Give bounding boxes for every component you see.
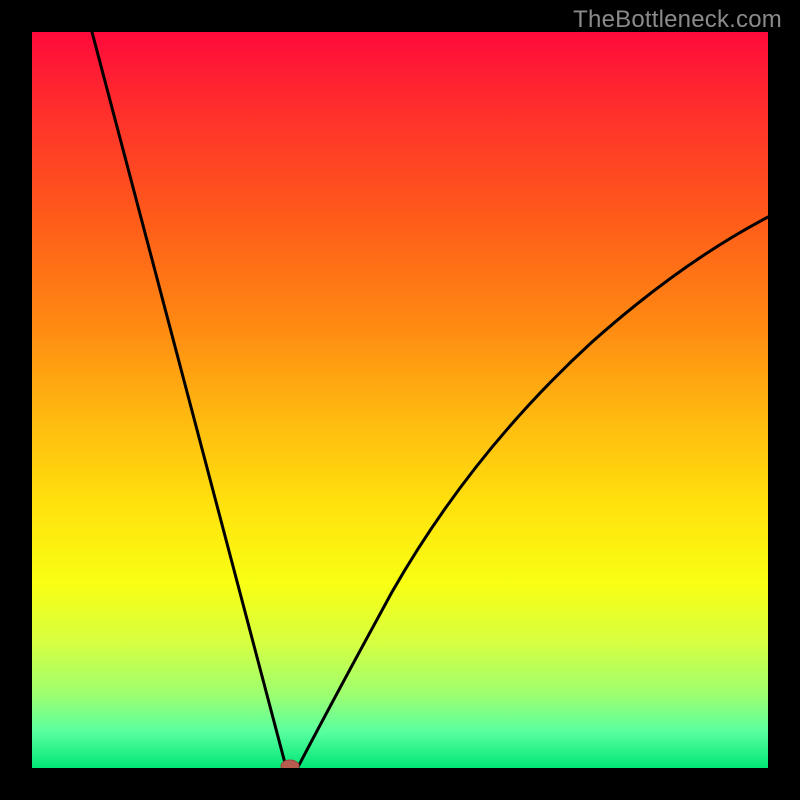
plot-background <box>32 32 768 768</box>
chart-frame: TheBottleneck.com <box>0 0 800 800</box>
watermark-text: TheBottleneck.com <box>573 6 782 34</box>
